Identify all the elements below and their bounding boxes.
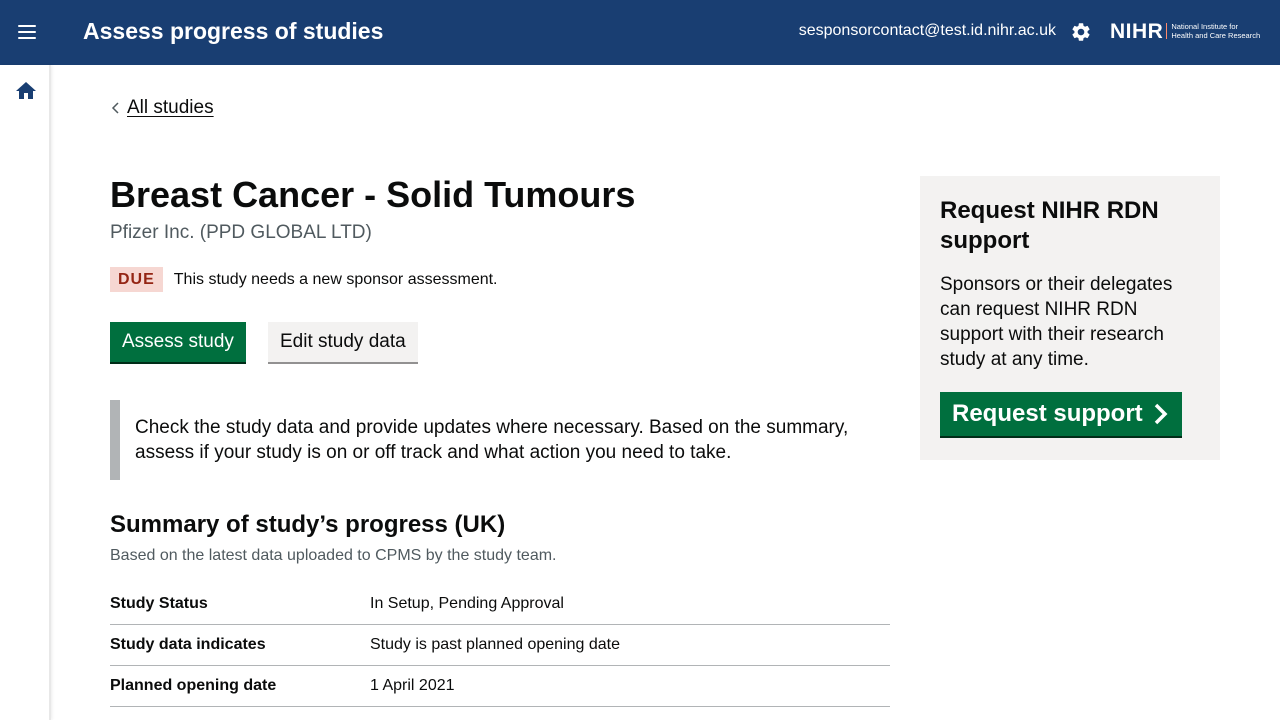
gear-icon[interactable] bbox=[1070, 21, 1092, 43]
support-panel-body: Sponsors or their delegates can request … bbox=[940, 274, 1173, 370]
summary-row-planned-opening: Planned opening date 1 April 2021 bbox=[110, 666, 890, 707]
breadcrumb: All studies bbox=[110, 97, 214, 119]
logo-divider bbox=[1166, 23, 1168, 39]
page-title: Breast Cancer - Solid Tumours bbox=[110, 174, 636, 215]
sponsor-name: Pfizer Inc. (PPD GLOBAL LTD) bbox=[110, 222, 372, 243]
summary-heading: Summary of study’s progress (UK) bbox=[110, 511, 506, 538]
support-panel: Request NIHR RDN support Sponsors or the… bbox=[920, 176, 1220, 460]
home-icon[interactable] bbox=[14, 79, 38, 103]
status-badge: DUE bbox=[110, 267, 163, 292]
logo-line-1: National Institute for bbox=[1171, 22, 1239, 31]
summary-key: Study Status bbox=[110, 595, 208, 612]
status-row: DUE This study needs a new sponsor asses… bbox=[110, 267, 498, 292]
all-studies-link[interactable]: All studies bbox=[127, 97, 214, 119]
summary-value: Study is past planned opening date bbox=[370, 636, 620, 653]
summary-value: 1 April 2021 bbox=[370, 677, 455, 694]
menu-icon[interactable] bbox=[14, 19, 40, 45]
request-support-button[interactable]: Request support bbox=[940, 392, 1182, 436]
status-text: This study needs a new sponsor assessmen… bbox=[173, 270, 498, 288]
summary-caption: Based on the latest data uploaded to CPM… bbox=[110, 547, 557, 564]
summary-row-data-indicates: Study data indicates Study is past plann… bbox=[110, 625, 890, 666]
user-email: sesponsorcontact@test.id.nihr.ac.uk bbox=[798, 22, 1056, 39]
summary-key: Study data indicates bbox=[110, 636, 266, 653]
logo-line-2: Health and Care Research bbox=[1171, 31, 1261, 40]
chevron-right-icon bbox=[1154, 403, 1168, 425]
summary-value: In Setup, Pending Approval bbox=[370, 595, 564, 612]
summary-row-study-status: Study Status In Setup, Pending Approval bbox=[110, 584, 890, 625]
support-panel-title: Request NIHR RDN support bbox=[940, 197, 1159, 254]
app-title: Assess progress of studies bbox=[83, 18, 384, 44]
edit-study-data-button[interactable]: Edit study data bbox=[268, 322, 418, 362]
inset-text: Check the study data and provide updates… bbox=[110, 400, 870, 480]
summary-key: Planned opening date bbox=[110, 677, 277, 694]
chevron-left-icon bbox=[111, 102, 119, 114]
request-support-label: Request support bbox=[952, 400, 1143, 427]
logo-text: National Institute for Health and Care R… bbox=[1171, 22, 1260, 40]
top-header: Assess progress of studies sesponsorcont… bbox=[0, 0, 1280, 65]
side-nav bbox=[0, 65, 51, 720]
nihr-logo[interactable]: NIHR National Institute for Health and C… bbox=[1110, 19, 1260, 43]
assess-study-button[interactable]: Assess study bbox=[110, 322, 246, 362]
summary-list: Study Status In Setup, Pending Approval … bbox=[110, 584, 890, 707]
logo-mark: NIHR bbox=[1110, 19, 1164, 43]
